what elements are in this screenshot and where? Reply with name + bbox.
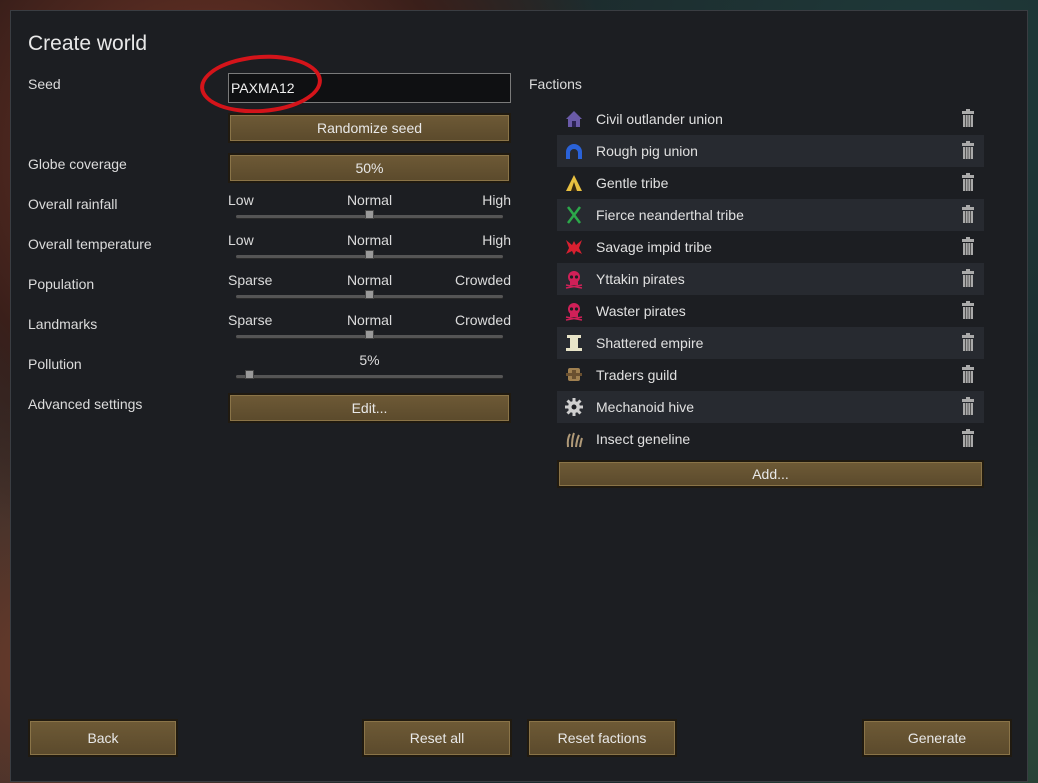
slider-handle[interactable] [365, 250, 374, 259]
add-faction-button[interactable]: Add... [557, 460, 984, 488]
generate-button[interactable]: Generate [862, 719, 1012, 757]
pollution-label: Pollution [28, 356, 82, 372]
page-title: Create world [28, 32, 148, 55]
rainfall-high-label: High [482, 192, 511, 208]
factions-title: Factions [529, 76, 582, 92]
back-button[interactable]: Back [28, 719, 178, 757]
faction-row[interactable]: Yttakin pirates [557, 263, 984, 295]
highlight-ring [198, 50, 324, 118]
faction-row[interactable]: Waster pirates [557, 295, 984, 327]
trash-icon[interactable] [962, 109, 974, 127]
impid-icon [563, 236, 585, 258]
dome-icon [563, 140, 585, 162]
column-icon [563, 332, 585, 354]
rainfall-low-label: Low [228, 192, 254, 208]
faction-name: Civil outlander union [596, 111, 723, 127]
slider-handle[interactable] [244, 370, 254, 379]
temperature-slider[interactable]: Low Normal High [228, 232, 511, 272]
reset-all-button[interactable]: Reset all [362, 719, 512, 757]
population-mid-label: Normal [346, 272, 393, 288]
trash-icon[interactable] [962, 333, 974, 351]
caravan-icon [563, 364, 585, 386]
faction-row[interactable]: Gentle tribe [557, 167, 984, 199]
pollution-value: 5% [359, 352, 380, 368]
temperature-low-label: Low [228, 232, 254, 248]
faction-name: Rough pig union [596, 143, 698, 159]
population-high-label: Crowded [454, 272, 511, 288]
globe-coverage-label: Globe coverage [28, 156, 127, 172]
slider-handle[interactable] [365, 330, 374, 339]
randomize-seed-button[interactable]: Randomize seed [228, 113, 511, 143]
tent-icon [563, 172, 585, 194]
gear-icon [563, 396, 585, 418]
skull-icon [563, 268, 585, 290]
faction-row[interactable]: Civil outlander union [557, 103, 984, 135]
slider-track [236, 375, 503, 378]
faction-name: Yttakin pirates [596, 271, 685, 287]
factions-list: Civil outlander union Rough pig union Gent… [557, 103, 984, 455]
trash-icon[interactable] [962, 237, 974, 255]
trash-icon[interactable] [962, 173, 974, 191]
faction-name: Shattered empire [596, 335, 704, 351]
faction-name: Waster pirates [596, 303, 686, 319]
slider-handle[interactable] [365, 290, 374, 299]
population-label: Population [28, 276, 95, 292]
landmarks-slider[interactable]: Sparse Normal Crowded [228, 312, 511, 352]
reset-factions-button[interactable]: Reset factions [527, 719, 677, 757]
rainfall-mid-label: Normal [346, 192, 393, 208]
population-low-label: Sparse [228, 272, 273, 288]
faction-name: Savage impid tribe [596, 239, 712, 255]
rainfall-slider[interactable]: Low Normal High [228, 192, 511, 232]
trash-icon[interactable] [962, 141, 974, 159]
temperature-high-label: High [482, 232, 511, 248]
claws-icon [563, 428, 585, 450]
slider-handle[interactable] [365, 210, 374, 219]
faction-row[interactable]: Insect geneline [557, 423, 984, 455]
globe-coverage-button[interactable]: 50% [228, 153, 511, 183]
faction-row[interactable]: Fierce neanderthal tribe [557, 199, 984, 231]
edit-advanced-button[interactable]: Edit... [228, 393, 511, 423]
seed-label: Seed [28, 76, 61, 92]
trash-icon[interactable] [962, 301, 974, 319]
trash-icon[interactable] [962, 397, 974, 415]
landmarks-high-label: Crowded [454, 312, 511, 328]
faction-name: Fierce neanderthal tribe [596, 207, 744, 223]
landmarks-mid-label: Normal [346, 312, 393, 328]
trash-icon[interactable] [962, 205, 974, 223]
house-icon [563, 108, 585, 130]
trash-icon[interactable] [962, 365, 974, 383]
faction-name: Insect geneline [596, 431, 691, 447]
advanced-settings-label: Advanced settings [28, 396, 143, 412]
crossed-spears-icon [563, 204, 585, 226]
trash-icon[interactable] [962, 269, 974, 287]
faction-name: Traders guild [596, 367, 678, 383]
faction-row[interactable]: Rough pig union [557, 135, 984, 167]
trash-icon[interactable] [962, 429, 974, 447]
skull-icon [563, 300, 585, 322]
population-slider[interactable]: Sparse Normal Crowded [228, 272, 511, 312]
faction-name: Mechanoid hive [596, 399, 695, 415]
faction-row[interactable]: Traders guild [557, 359, 984, 391]
pollution-slider[interactable]: 5% [228, 352, 511, 392]
temperature-mid-label: Normal [346, 232, 393, 248]
faction-name: Gentle tribe [596, 175, 669, 191]
landmarks-low-label: Sparse [228, 312, 273, 328]
create-world-dialog: Create world Seed Randomize seed Globe c… [10, 10, 1028, 782]
faction-row[interactable]: Mechanoid hive [557, 391, 984, 423]
temperature-label: Overall temperature [28, 236, 152, 252]
faction-row[interactable]: Shattered empire [557, 327, 984, 359]
faction-row[interactable]: Savage impid tribe [557, 231, 984, 263]
landmarks-label: Landmarks [28, 316, 98, 332]
rainfall-label: Overall rainfall [28, 196, 118, 212]
